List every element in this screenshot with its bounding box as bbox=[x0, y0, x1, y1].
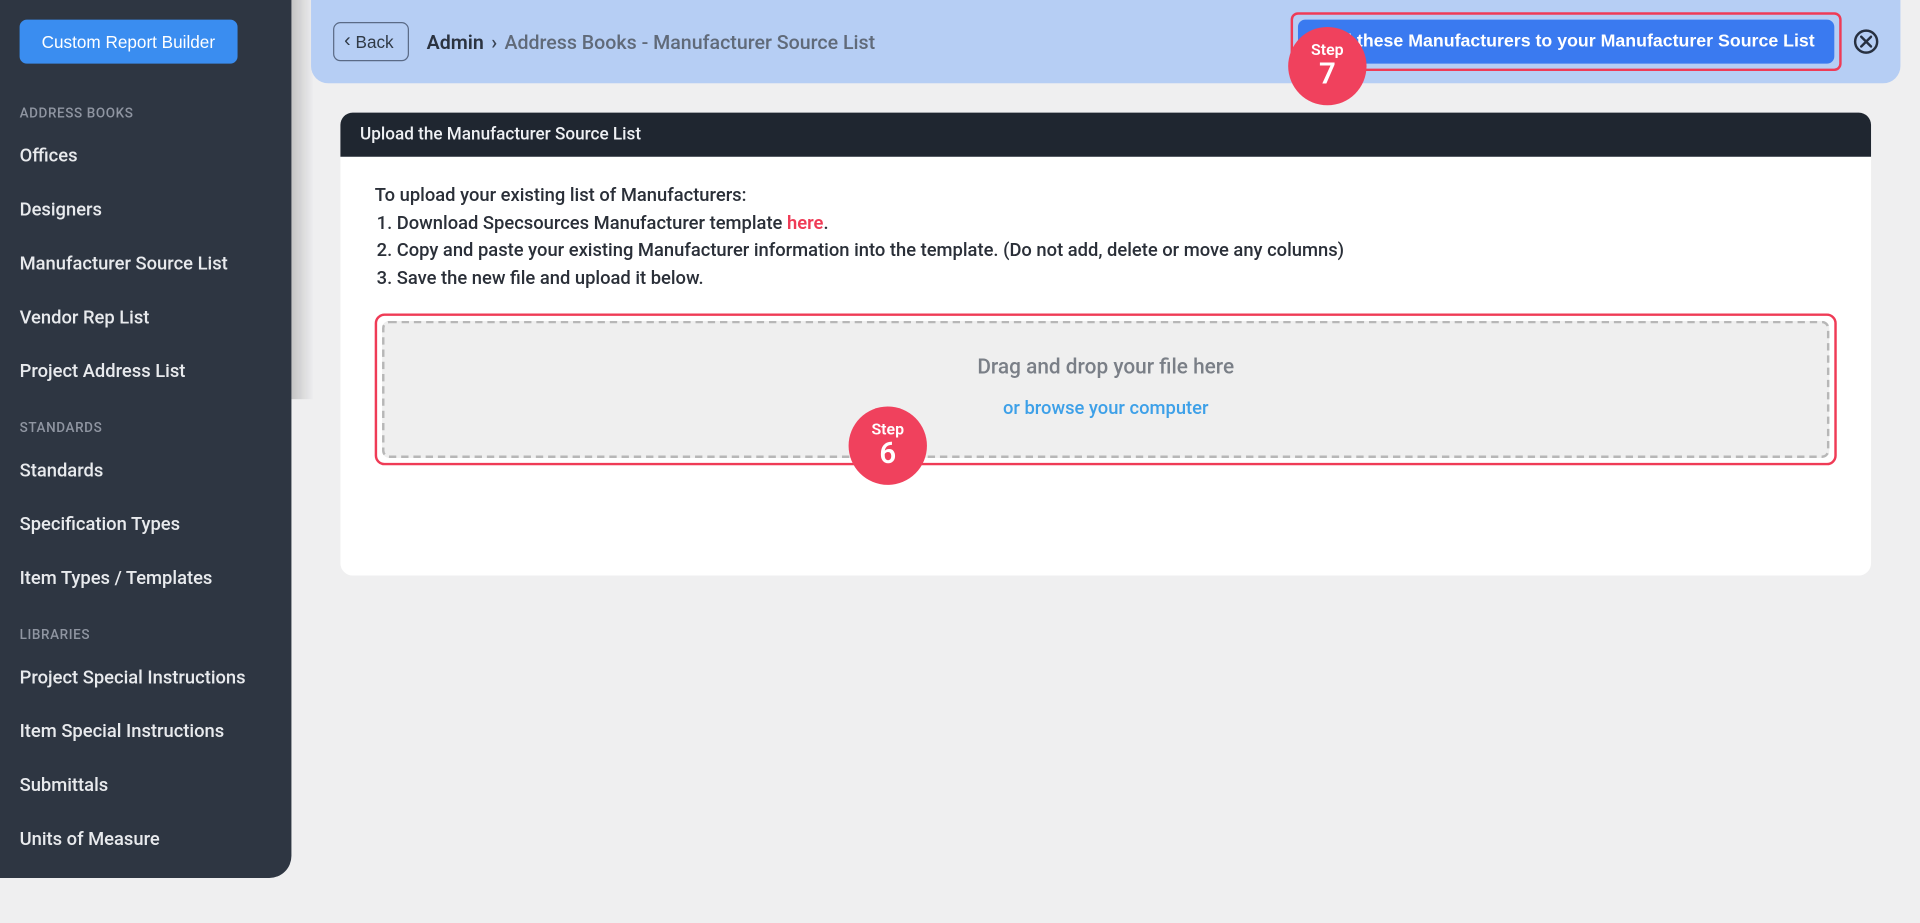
main-content: ‹ Back Admin › Address Books - Manufactu… bbox=[311, 0, 1900, 605]
breadcrumb: Admin › Address Books - Manufacturer Sou… bbox=[427, 30, 875, 53]
breadcrumb-admin[interactable]: Admin bbox=[427, 30, 484, 53]
upload-panel: Upload the Manufacturer Source List To u… bbox=[340, 113, 1871, 576]
dropzone-title: Drag and drop your file here bbox=[397, 355, 1815, 379]
back-button-label: Back bbox=[356, 32, 394, 52]
instructions-intro: To upload your existing list of Manufact… bbox=[375, 181, 1837, 209]
instruction-step-1-pre: Download Specsources Manufacturer templa… bbox=[397, 211, 787, 233]
sidebar-item-units-of-measure[interactable]: Units of Measure bbox=[0, 812, 291, 866]
step-number-7: 7 bbox=[1319, 59, 1336, 90]
back-button[interactable]: ‹ Back bbox=[333, 22, 409, 61]
step-badge-6: Step 6 bbox=[849, 407, 927, 485]
browse-computer-link[interactable]: or browse your computer bbox=[397, 397, 1815, 419]
chevron-left-icon: ‹ bbox=[344, 32, 351, 52]
sidebar-item-offices[interactable]: Offices bbox=[0, 129, 291, 183]
step7-highlight: Add these Manufacturers to your Manufact… bbox=[1291, 12, 1842, 71]
sidebar-item-manufacturer-source-list[interactable]: Manufacturer Source List bbox=[0, 236, 291, 290]
topbar: ‹ Back Admin › Address Books - Manufactu… bbox=[311, 0, 1900, 83]
sidebar-item-item-types-templates[interactable]: Item Types / Templates bbox=[0, 551, 291, 605]
file-dropzone[interactable]: Drag and drop your file here or browse y… bbox=[382, 321, 1829, 458]
instruction-step-2: Copy and paste your existing Manufacture… bbox=[397, 236, 1837, 264]
sidebar-section-address-books: ADDRESS BOOKS bbox=[0, 83, 291, 128]
sidebar-section-libraries: LIBRARIES bbox=[0, 605, 291, 650]
custom-report-builder-button[interactable]: Custom Report Builder bbox=[20, 20, 238, 64]
sidebar-item-project-special-instructions[interactable]: Project Special Instructions bbox=[0, 650, 291, 704]
sidebar-section-standards: STANDARDS bbox=[0, 398, 291, 443]
step-number-6: 6 bbox=[879, 439, 896, 470]
instructions: To upload your existing list of Manufact… bbox=[375, 181, 1837, 291]
close-icon[interactable] bbox=[1854, 29, 1878, 53]
instruction-step-1: Download Specsources Manufacturer templa… bbox=[397, 209, 1837, 237]
chevron-right-icon: › bbox=[491, 30, 497, 53]
instruction-step-3: Save the new file and upload it below. bbox=[397, 264, 1837, 292]
sidebar-item-standards[interactable]: Standards bbox=[0, 443, 291, 497]
sidebar-item-specification-types[interactable]: Specification Types bbox=[0, 497, 291, 551]
sidebar-item-designers[interactable]: Designers bbox=[0, 182, 291, 236]
sidebar-item-item-special-instructions[interactable]: Item Special Instructions bbox=[0, 704, 291, 758]
panel-header: Upload the Manufacturer Source List bbox=[340, 113, 1871, 157]
sidebar: Custom Report Builder ADDRESS BOOKS Offi… bbox=[0, 0, 291, 878]
sidebar-item-submittals[interactable]: Submittals bbox=[0, 758, 291, 812]
sidebar-item-project-address-list[interactable]: Project Address List bbox=[0, 344, 291, 398]
download-template-link[interactable]: here bbox=[787, 211, 823, 233]
breadcrumb-current: Address Books - Manufacturer Source List bbox=[504, 30, 875, 53]
add-manufacturers-button[interactable]: Add these Manufacturers to your Manufact… bbox=[1298, 20, 1834, 64]
step6-highlight: Drag and drop your file here or browse y… bbox=[375, 313, 1837, 465]
sidebar-item-vendor-rep-list[interactable]: Vendor Rep List bbox=[0, 290, 291, 344]
instruction-step-1-post: . bbox=[823, 211, 828, 233]
step-badge-7: Step 7 bbox=[1288, 27, 1366, 105]
